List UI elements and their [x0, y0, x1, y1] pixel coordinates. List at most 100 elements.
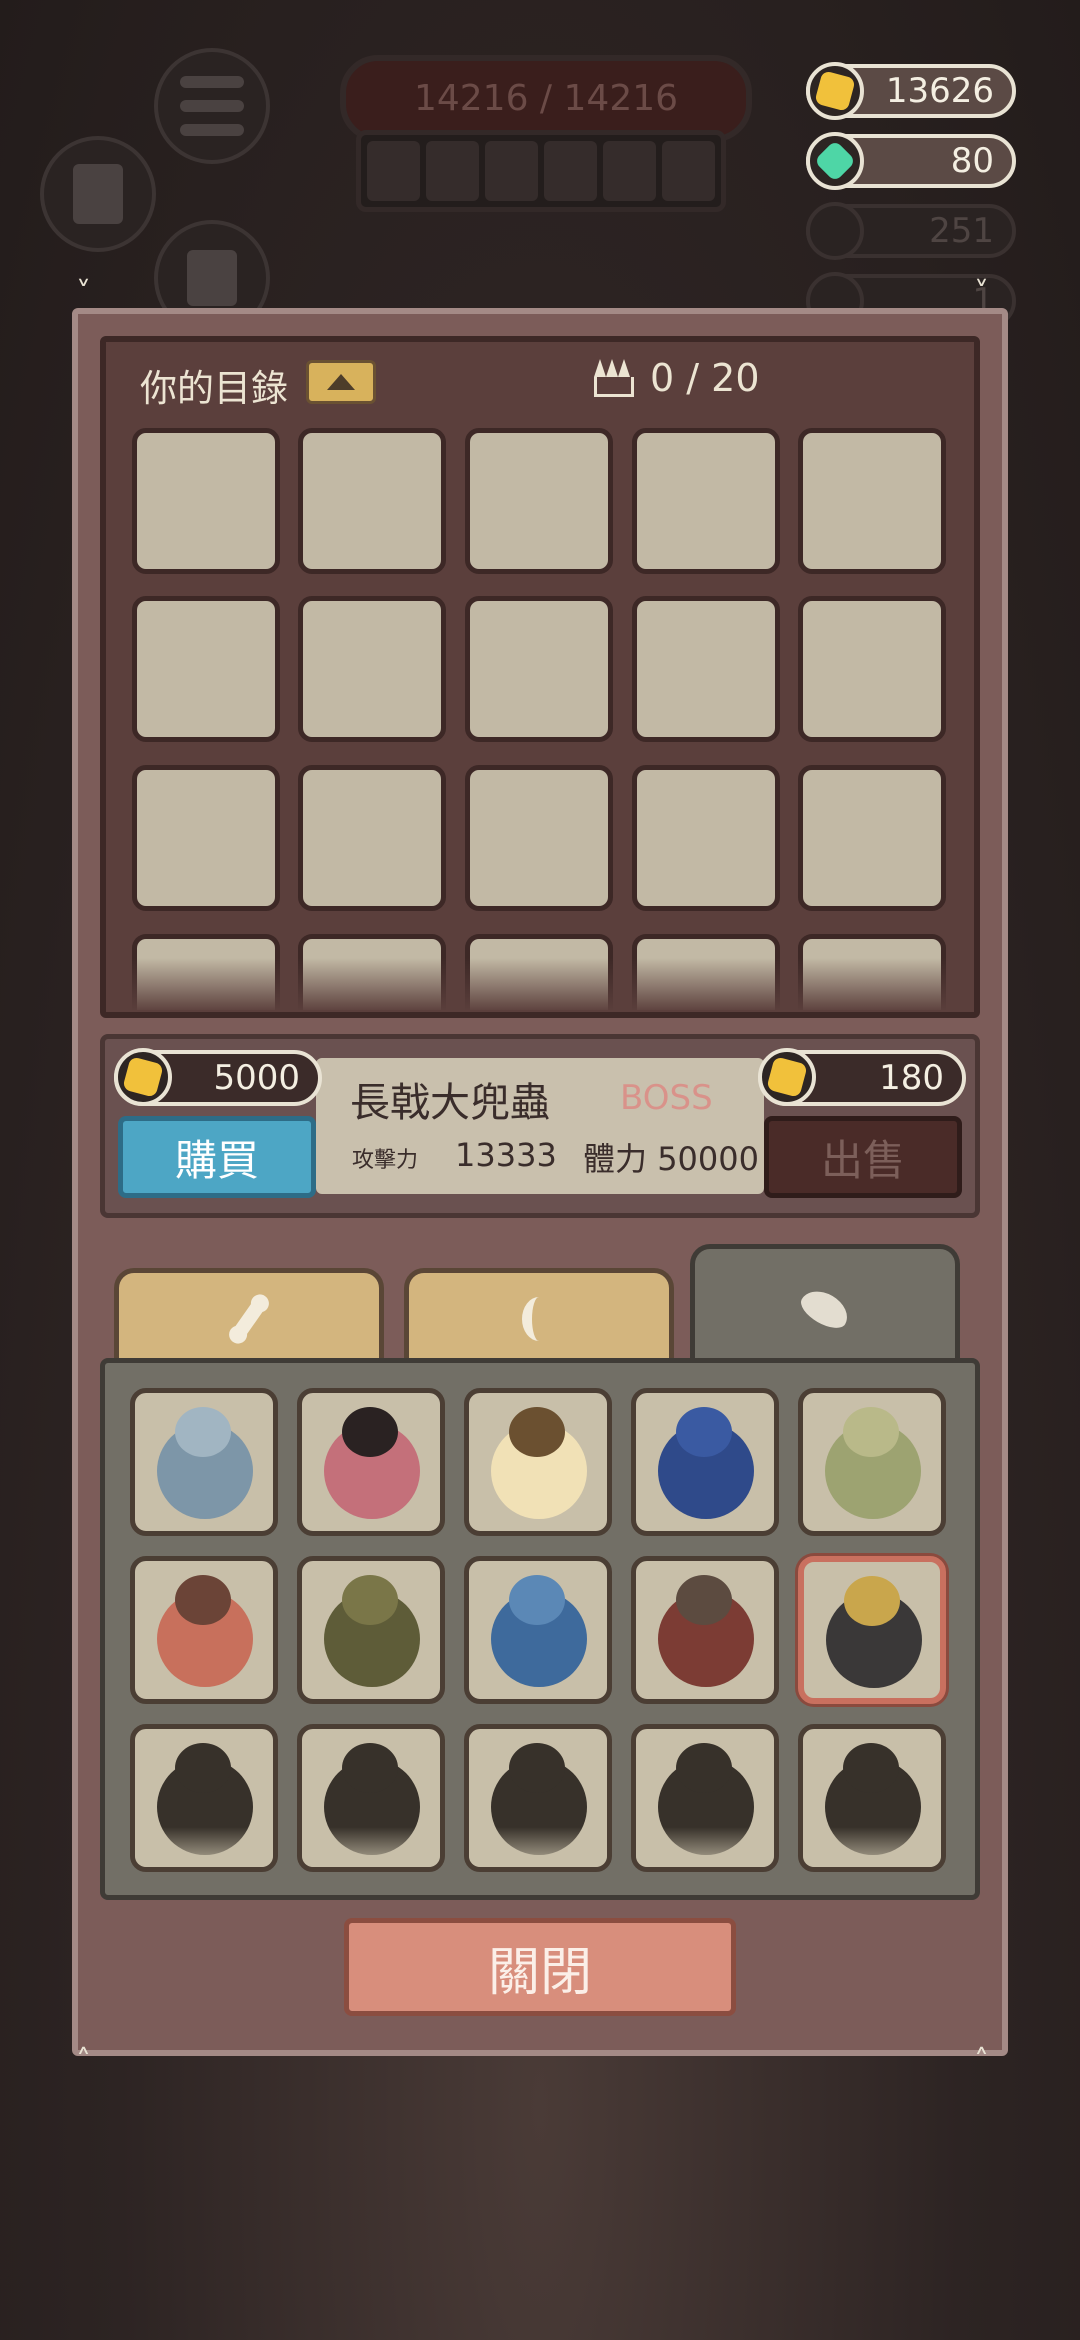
menu-icon: [180, 76, 244, 88]
team-slot[interactable]: [367, 141, 420, 201]
bug-card[interactable]: [798, 1388, 946, 1536]
bug-card[interactable]: [464, 1556, 612, 1704]
coin-counter: 13626: [806, 62, 1016, 120]
team-slot[interactable]: [662, 141, 715, 201]
team-slot[interactable]: [426, 141, 479, 201]
locked-bug-card[interactable]: [130, 1724, 278, 1872]
team-strip[interactable]: [356, 130, 726, 212]
gem-value: 80: [950, 141, 994, 181]
bug-head-icon: [509, 1575, 565, 1625]
bug-card[interactable]: [631, 1556, 779, 1704]
item-name: 長戟大兜蟲: [350, 1080, 550, 1126]
locked-bug-card[interactable]: [798, 1724, 946, 1872]
inventory-slot[interactable]: [132, 596, 280, 742]
boss-tag: BOSS: [620, 1078, 713, 1118]
team-slot[interactable]: [603, 141, 656, 201]
inventory-capacity: 0 / 20: [592, 356, 760, 400]
bug-head-icon: [676, 1407, 732, 1457]
bug-head-icon: [843, 1407, 899, 1457]
wing-icon: [795, 1283, 855, 1334]
inventory-slot[interactable]: [798, 765, 946, 911]
inventory-slot[interactable]: [632, 596, 780, 742]
sell-price: 180: [758, 1048, 966, 1106]
attack-value: 13333: [455, 1136, 557, 1174]
tab-claws[interactable]: [404, 1268, 674, 1364]
inventory-slot[interactable]: [465, 596, 613, 742]
inventory-slot[interactable]: [298, 765, 446, 911]
inventory-slot[interactable]: [465, 765, 613, 911]
claw-icon: [522, 1296, 556, 1341]
inventory-slot[interactable]: [798, 428, 946, 574]
bug-card[interactable]: [464, 1388, 612, 1536]
corner-ornament-icon: ˅: [76, 276, 91, 311]
coin-icon: [114, 1048, 172, 1106]
sell-price-value: 180: [879, 1058, 944, 1098]
inventory-slot[interactable]: [298, 596, 446, 742]
bug-head-icon: [175, 1407, 231, 1457]
inventory-slot[interactable]: [798, 596, 946, 742]
coin-icon: [806, 62, 864, 120]
inventory-fade: [106, 958, 974, 1012]
inventory-slot[interactable]: [632, 428, 780, 574]
tab-wings[interactable]: [690, 1244, 960, 1368]
hp-value: 50000: [657, 1140, 759, 1178]
bug-head-icon: [676, 1575, 732, 1625]
hp-label: 體力: [583, 1140, 648, 1178]
bug-head-icon: [342, 1743, 398, 1793]
inventory-slot[interactable]: [132, 765, 280, 911]
buy-button[interactable]: 購買: [118, 1116, 316, 1198]
hp-stat: 體力 50000: [583, 1134, 759, 1180]
card-fade: [636, 1827, 774, 1867]
corner-ornament-icon: ˅: [974, 276, 989, 311]
inventory-slot[interactable]: [298, 428, 446, 574]
bug-head-icon: [509, 1407, 565, 1457]
bug-head-icon: [342, 1407, 398, 1457]
card-fade: [469, 1827, 607, 1867]
bug-card[interactable]: [130, 1388, 278, 1536]
bug-card[interactable]: [297, 1556, 445, 1704]
close-button[interactable]: 關閉: [344, 1918, 736, 2016]
attack-label: 攻擊力: [352, 1148, 419, 1173]
gem-icon: [806, 132, 864, 190]
bug-head-icon: [175, 1743, 231, 1793]
bug-card[interactable]: [130, 1556, 278, 1704]
menu-icon-line: [180, 100, 244, 112]
bug-head-icon: [844, 1576, 900, 1626]
bug-head-icon: [175, 1575, 231, 1625]
inventory-slot[interactable]: [632, 765, 780, 911]
coin-icon: [758, 1048, 816, 1106]
quest-button[interactable]: [40, 136, 156, 252]
buy-price: 5000: [114, 1048, 322, 1106]
bone-counter: 251: [806, 202, 1016, 260]
bug-card[interactable]: [631, 1388, 779, 1536]
bug-card[interactable]: [798, 1556, 946, 1704]
capacity-value: 0 / 20: [650, 356, 760, 400]
tab-bones[interactable]: [114, 1268, 384, 1364]
card-fade: [803, 1827, 941, 1867]
locked-bug-card[interactable]: [464, 1724, 612, 1872]
bug-head-icon: [676, 1743, 732, 1793]
locked-bug-card[interactable]: [297, 1724, 445, 1872]
card-fade: [135, 1827, 273, 1867]
corner-ornament-icon: ˄: [974, 2044, 989, 2079]
triangle-up-icon: [327, 374, 355, 390]
team-slot[interactable]: [485, 141, 538, 201]
inventory-sort-button[interactable]: [306, 360, 376, 404]
inventory-title: 你的目錄: [140, 367, 288, 410]
gem-counter: 80: [806, 132, 1016, 190]
bug-card[interactable]: [297, 1388, 445, 1536]
menu-button[interactable]: [154, 48, 270, 164]
coin-value: 13626: [885, 71, 994, 111]
inventory-slot[interactable]: [465, 428, 613, 574]
team-slot[interactable]: [544, 141, 597, 201]
sell-button[interactable]: 出售: [764, 1116, 962, 1198]
hp-display: 14216 / 14216: [340, 55, 752, 142]
bone-icon: [231, 1298, 267, 1339]
bug-head-icon: [342, 1575, 398, 1625]
locked-bug-card[interactable]: [631, 1724, 779, 1872]
bug-head-icon: [509, 1743, 565, 1793]
inventory-slot[interactable]: [132, 428, 280, 574]
book-icon: [187, 250, 237, 306]
bone-value: 251: [929, 211, 994, 251]
corner-ornament-icon: ˄: [76, 2044, 91, 2079]
